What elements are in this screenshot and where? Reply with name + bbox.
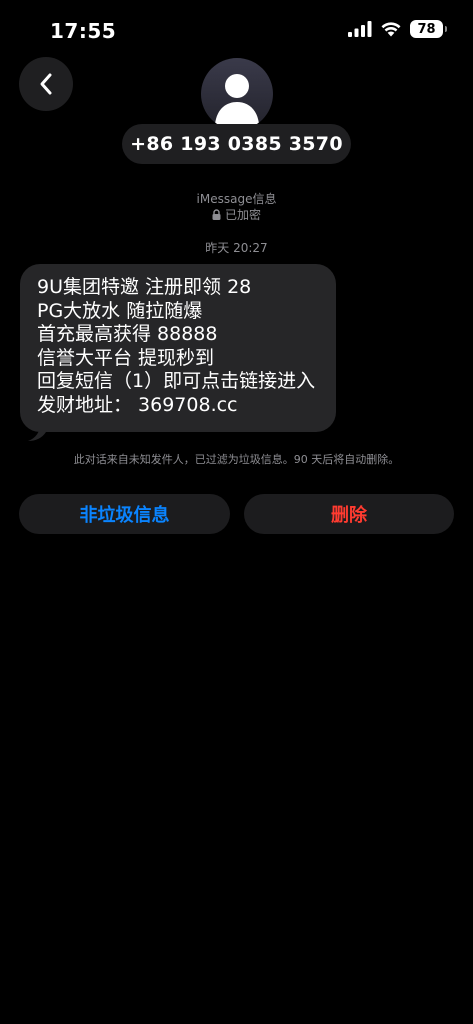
message-line: 9U集团特邀 注册即领 28	[37, 276, 252, 298]
message-line: 回复短信（1）即可点击链接进入	[37, 370, 316, 392]
service-label: iMessage信息	[196, 192, 277, 206]
messages-screen: 17:55 78 +86 193 0385 3570 iMessage信息 已加…	[0, 0, 473, 1024]
message-line: 信誉大平台 提现秒到	[37, 346, 215, 369]
wifi-icon	[381, 22, 401, 37]
message-line: PG大放水 随拉随爆	[37, 299, 203, 322]
not-junk-button[interactable]: 非垃圾信息	[19, 494, 230, 534]
encrypted-text: 已加密	[224, 208, 261, 222]
status-time: 17:55	[50, 19, 117, 43]
battery-level: 78	[417, 21, 436, 37]
chevron-left-icon	[40, 73, 52, 95]
cellular-signal-icon	[348, 21, 372, 37]
person-icon	[215, 74, 259, 124]
junk-filter-notice: 此对话来自未知发件人，已过滤为垃圾信息。90 天后将自动删除。	[73, 453, 400, 466]
message-bubble[interactable]: 9U集团特邀 注册即领 28 PG大放水 随拉随爆 首充最高获得 88888 信…	[20, 264, 336, 432]
encrypted-label: 已加密	[0, 206, 473, 223]
contact-phone-number: +86 193 0385 3570	[130, 133, 343, 155]
lock-icon	[212, 209, 221, 220]
battery-indicator: 78	[410, 20, 447, 38]
delete-button[interactable]: 删除	[244, 494, 454, 534]
message-timestamp: 昨天 20:27	[205, 241, 268, 255]
back-button[interactable]	[19, 57, 73, 111]
status-icons: 78	[348, 20, 447, 38]
message-line: 首充最高获得 88888	[37, 323, 218, 345]
contact-avatar[interactable]	[201, 58, 273, 130]
contact-name-pill[interactable]: +86 193 0385 3570	[122, 124, 351, 164]
message-line: 发财地址： 369708.cc	[37, 393, 238, 416]
